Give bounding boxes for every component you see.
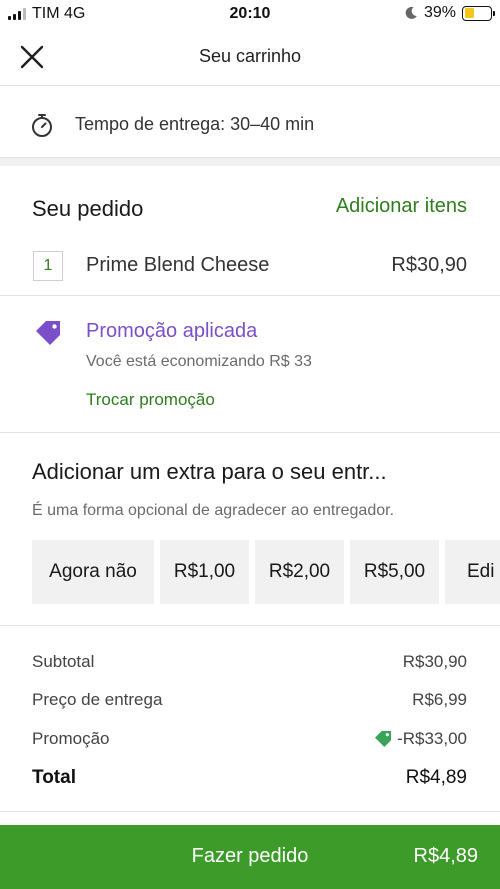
delivery-time-text: Tempo de entrega: 30–40 min: [75, 114, 315, 134]
promo-subtitle: Você está economizando R$ 33: [86, 353, 312, 370]
tip-option-none[interactable]: Agora não: [32, 540, 154, 604]
promo-value: -R$33,00: [397, 729, 467, 748]
tip-subtitle: É uma forma opcional de agradecer ao ent…: [32, 502, 395, 519]
promo-section: Promoção aplicada Você está economizando…: [0, 296, 500, 433]
order-title: Seu pedido: [32, 196, 144, 221]
item-quantity[interactable]: 1: [33, 251, 63, 281]
tip-options: Agora não R$1,00 R$2,00 R$5,00 Edi: [32, 540, 500, 604]
total-value: R$4,89: [405, 767, 467, 788]
header: Seu carrinho: [0, 28, 500, 86]
subtotal-label: Subtotal: [32, 652, 95, 671]
order-section: Seu pedido Adicionar itens 1 Prime Blend…: [0, 158, 500, 296]
price-summary: Subtotal R$30,90 Preço de entrega R$6,99…: [0, 626, 500, 812]
stopwatch-icon: [32, 114, 52, 137]
status-right: 39%: [404, 4, 495, 22]
tip-option-1[interactable]: R$1,00: [160, 540, 249, 604]
tip-section: Adicionar um extra para o seu entr... É …: [0, 433, 500, 626]
subtotal-row: Subtotal R$30,90: [32, 652, 467, 676]
battery-percent: 39%: [423, 4, 456, 21]
delivery-time-row: Tempo de entrega: 30–40 min: [0, 86, 500, 158]
tag-icon: [36, 321, 60, 345]
total-row: Total R$4,89: [32, 767, 467, 791]
add-items-link[interactable]: Adicionar itens: [336, 195, 467, 218]
item-price: R$30,90: [391, 254, 467, 276]
page-title: Seu carrinho: [198, 46, 302, 66]
delivery-fee-row: Preço de entrega R$6,99: [32, 690, 467, 714]
tip-option-2[interactable]: R$2,00: [255, 540, 344, 604]
moon-icon: [405, 6, 417, 19]
tip-option-edit[interactable]: Edi: [445, 540, 500, 604]
subtotal-value: R$30,90: [402, 652, 467, 671]
promo-label: Promoção: [32, 729, 110, 748]
place-order-price: R$4,89: [413, 845, 479, 867]
battery-fill: [464, 8, 475, 18]
delivery-fee-label: Preço de entrega: [32, 690, 163, 709]
promo-value-wrap: -R$33,00: [373, 729, 467, 749]
promo-title: Promoção aplicada: [86, 320, 258, 342]
change-promo-link[interactable]: Trocar promoção: [86, 390, 215, 410]
status-bar: TIM 4G 20:10 39%: [0, 0, 500, 28]
delivery-fee-value: R$6,99: [412, 690, 467, 709]
tip-title: Adicionar um extra para o seu entr...: [32, 459, 387, 484]
promo-row: Promoção -R$33,00: [32, 729, 467, 753]
battery-icon: [462, 5, 495, 21]
tag-icon: [375, 731, 392, 747]
tip-option-5[interactable]: R$5,00: [350, 540, 439, 604]
item-name[interactable]: Prime Blend Cheese: [86, 254, 269, 277]
total-label: Total: [32, 767, 76, 788]
place-order-button[interactable]: Fazer pedido R$4,89: [0, 825, 500, 889]
